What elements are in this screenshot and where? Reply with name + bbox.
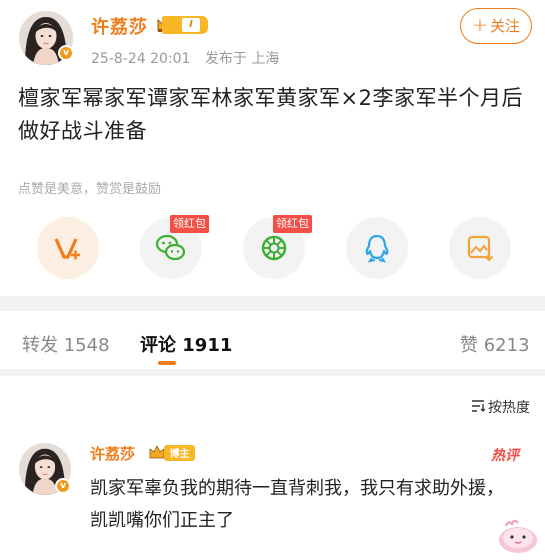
red-packet-tag: 领红包 — [273, 215, 312, 233]
commenter-name[interactable]: 许荔莎 — [90, 443, 135, 464]
reward-v-icon — [54, 238, 80, 260]
wechat-icon — [155, 234, 186, 261]
blogger-badge-label: 博主 — [170, 447, 190, 460]
sticker-icon — [499, 519, 537, 553]
sort-label: 按热度 — [488, 400, 530, 416]
tab-repost-label: 转发 — [22, 335, 58, 356]
save-image-icon — [467, 235, 494, 262]
comments-section: 按热度 v 许荔莎 博主 热评 凯家军辜负我的期待一直背刺我，我只有求助外援，凯… — [0, 376, 545, 560]
reward-button[interactable] — [37, 217, 99, 279]
sort-icon — [472, 400, 485, 412]
tab-comments[interactable]: 评论 1911 — [140, 331, 232, 357]
post-card: v 许荔莎 I 25-8-24 20:01 发布于 上海 + 关注 檀家军幂家军谭… — [0, 0, 545, 296]
verified-badge-icon: v — [55, 478, 71, 494]
plus-icon: + — [472, 14, 488, 36]
tab-repost[interactable]: 转发 1548 — [22, 331, 110, 357]
qq-icon — [365, 234, 389, 263]
share-qq-button[interactable] — [346, 217, 408, 279]
moments-icon — [261, 235, 287, 261]
level-badge: I — [162, 16, 208, 34]
tab-likes[interactable]: 赞 6213 — [460, 331, 530, 357]
tab-repost-count: 1548 — [63, 335, 110, 356]
follow-button[interactable]: + 关注 — [460, 8, 532, 44]
blogger-badge: 博主 — [149, 445, 195, 461]
post-body: 檀家军幂家军谭家军林家军黄家军×2李家军半个月后做好战斗准备 — [18, 86, 523, 143]
verified-badge-icon: v — [58, 45, 74, 61]
post-location: 发布于 上海 — [204, 51, 280, 67]
interaction-tabs: 转发 1548 评论 1911 赞 6213 — [0, 311, 545, 369]
tab-likes-count: 6213 — [483, 335, 530, 356]
post-timestamp: 25-8-24 20:01 — [91, 51, 191, 67]
comment-text: 凯家军辜负我的期待一直背刺我，我只有求助外援，凯凯嘴你们正主了 — [90, 478, 504, 531]
hot-comment-tag: 热评 — [491, 448, 519, 464]
follow-label: 关注 — [489, 17, 520, 35]
tab-likes-label: 赞 — [460, 335, 478, 356]
save-image-button[interactable] — [449, 217, 511, 279]
post-meta: 25-8-24 20:01 发布于 上海 — [91, 48, 279, 68]
tab-comments-label: 评论 — [140, 335, 176, 356]
red-packet-tag: 领红包 — [170, 215, 209, 233]
active-tab-indicator — [158, 361, 176, 365]
tab-comments-count: 1911 — [182, 335, 233, 356]
reward-tip: 点赞是美意，赞赏是鼓励 — [18, 182, 162, 197]
author-name[interactable]: 许荔莎 — [91, 13, 148, 39]
sort-by-hot-button[interactable]: 按热度 — [471, 397, 530, 417]
level-number: I — [182, 18, 200, 32]
